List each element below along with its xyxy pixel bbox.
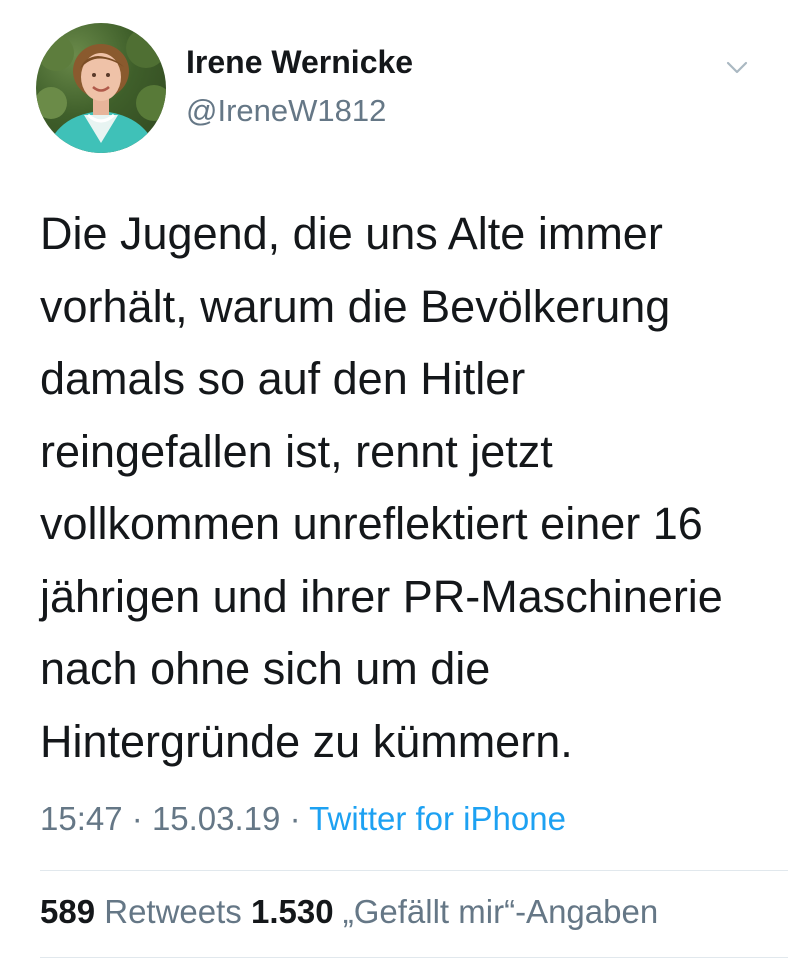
tweet-text-line: nach ohne sich um die (40, 643, 491, 694)
tweet-stats: 589 Retweets 1.530 „Gefällt mir“-Angaben (40, 893, 658, 931)
tweet-date[interactable]: 15.03.19 (152, 800, 280, 837)
tweet-metadata: 15:47 · 15.03.19 · Twitter for iPhone (40, 800, 566, 838)
tweet-text-line: reingefallen ist, rennt jetzt (40, 425, 553, 477)
avatar[interactable] (36, 23, 166, 153)
divider (40, 870, 788, 871)
likes-stat[interactable]: 1.530 „Gefällt mir“-Angaben (251, 893, 658, 930)
tweet-card: Irene Wernicke @IreneW1812 Die Jugend, d… (0, 0, 788, 960)
retweets-stat[interactable]: 589 Retweets (40, 893, 242, 930)
tweet-source-link[interactable]: Twitter for iPhone (309, 800, 566, 837)
tweet-text-line: Die Jugend, die uns Alte immer (40, 208, 663, 259)
tweet-text-line: damals so auf den Hitler (40, 353, 526, 404)
divider (40, 957, 788, 958)
tweet-text-line: Hintergründe zu kümmern. (40, 715, 573, 767)
tweet-text: Die Jugend, die uns Alte immer vorhält, … (40, 198, 770, 778)
tweet-time[interactable]: 15:47 (40, 800, 123, 837)
meta-separator: · (289, 800, 301, 837)
likes-count: 1.530 (250, 893, 334, 930)
tweet-text-line: vorhält, warum die Bevölkerung (40, 280, 671, 332)
author-display-name[interactable]: Irene Wernicke (186, 44, 413, 81)
meta-separator: · (131, 800, 143, 837)
tweet-text-line: vollkommen unreflektiert einer 16 (40, 498, 703, 549)
likes-label: „Gefällt mir“-Angaben (342, 893, 659, 930)
retweets-label: Retweets (104, 893, 242, 930)
chevron-down-icon[interactable] (724, 58, 750, 78)
profile-photo-icon (36, 28, 166, 153)
author-handle[interactable]: @IreneW1812 (186, 93, 386, 129)
tweet-text-line: jährigen und ihrer PR-Maschinerie (40, 570, 723, 622)
retweets-count: 589 (40, 893, 96, 930)
